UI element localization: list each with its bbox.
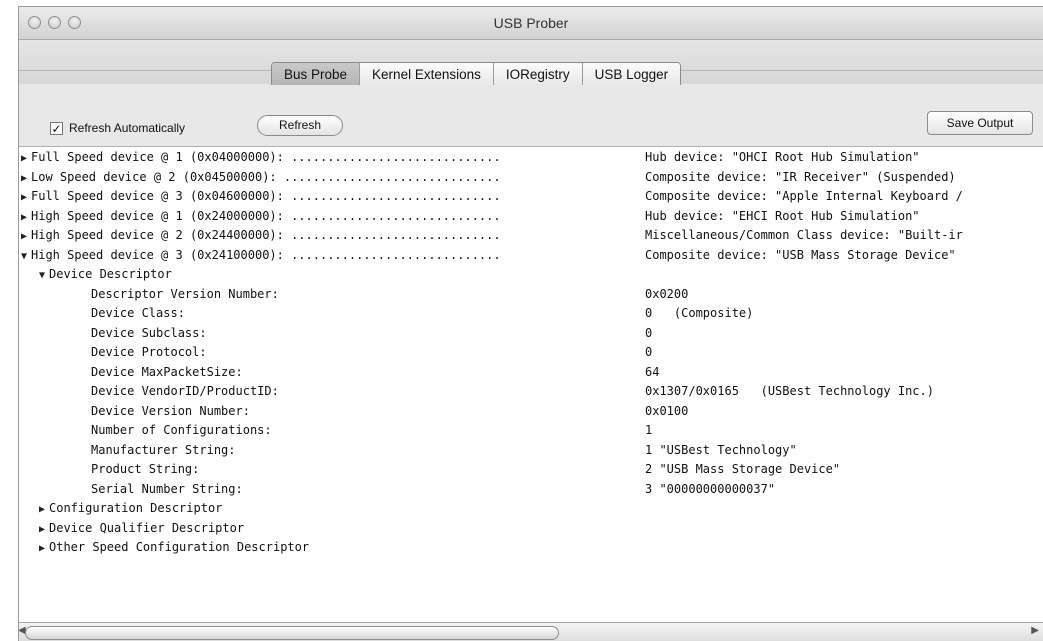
row-value: 1 bbox=[645, 423, 653, 437]
disclosure-triangle-icon[interactable]: ▶ bbox=[39, 520, 49, 539]
row-key: Serial Number String: bbox=[91, 481, 243, 496]
refresh-automatically-label: Refresh Automatically bbox=[69, 121, 186, 135]
disclosure-triangle-icon[interactable]: ▶ bbox=[21, 208, 31, 227]
row-key: Device Version Number: bbox=[91, 403, 250, 418]
row-key: Device Protocol: bbox=[91, 345, 207, 359]
row-value: 64 bbox=[645, 364, 660, 379]
title-bar: USB Prober bbox=[19, 7, 1043, 40]
row-key: Device MaxPacketSize: bbox=[91, 364, 243, 379]
row-key: Other Speed Configuration Descriptor bbox=[49, 540, 310, 554]
tab-kernel-extensions[interactable]: Kernel Extensions bbox=[360, 63, 494, 87]
row-key: Full Speed device @ 3 (0x04600000): ....… bbox=[31, 189, 501, 203]
disclosure-triangle-icon[interactable]: ▶ bbox=[21, 169, 31, 188]
row-key: Device Qualifier Descriptor bbox=[49, 520, 245, 535]
row-key: Manufacturer String: bbox=[91, 442, 236, 457]
row-key: Low Speed device @ 2 (0x04500000): .....… bbox=[31, 169, 501, 184]
row-key: High Speed device @ 1 (0x24000000): ....… bbox=[31, 208, 501, 223]
disclosure-triangle-icon[interactable]: ▶ bbox=[21, 149, 31, 168]
row-key: Number of Configurations: bbox=[91, 423, 272, 437]
disclosure-triangle-icon[interactable]: ▶ bbox=[39, 500, 49, 519]
row-value: 0x0100 bbox=[645, 403, 689, 418]
row-key: Device VendorID/ProductID: bbox=[91, 384, 279, 398]
save-output-button[interactable]: Save Output bbox=[927, 111, 1033, 135]
scroll-right-arrow-icon[interactable]: ▶ bbox=[1031, 625, 1039, 636]
disclosure-triangle-icon[interactable]: ▼ bbox=[21, 247, 31, 266]
row-key: High Speed device @ 3 (0x24100000): ....… bbox=[31, 247, 501, 262]
refresh-button[interactable]: Refresh bbox=[257, 115, 343, 136]
window-title: USB Prober bbox=[493, 15, 569, 31]
row-value: Hub device: "OHCI Root Hub Simulation" bbox=[645, 150, 920, 164]
scrollbar-thumb[interactable] bbox=[25, 626, 559, 640]
row-value: 0 bbox=[645, 345, 653, 359]
row-key: Descriptor Version Number: bbox=[91, 286, 279, 301]
row-key: High Speed device @ 2 (0x24400000): ....… bbox=[31, 228, 501, 242]
row-key: Device Class: bbox=[91, 306, 185, 320]
horizontal-scrollbar[interactable]: ◀ ▶ bbox=[19, 622, 1043, 641]
disclosure-triangle-icon[interactable]: ▼ bbox=[39, 266, 49, 285]
tab-usb-logger[interactable]: USB Logger bbox=[582, 63, 681, 87]
tab-ioregistry[interactable]: IORegistry bbox=[493, 63, 583, 87]
row-key: Device Subclass: bbox=[91, 325, 207, 340]
disclosure-triangle-icon[interactable]: ▶ bbox=[21, 188, 31, 207]
row-value: 1 "USBest Technology" bbox=[645, 442, 797, 457]
row-value: 0 bbox=[645, 325, 653, 340]
row-value: 0 (Composite) bbox=[645, 306, 754, 320]
row-value: 0x0200 bbox=[645, 286, 689, 301]
row-value: Composite device: "IR Receiver" (Suspend… bbox=[645, 169, 956, 184]
row-key: Configuration Descriptor bbox=[49, 501, 223, 515]
row-key: Device Descriptor bbox=[49, 267, 172, 281]
row-key: Full Speed device @ 1 (0x04000000): ....… bbox=[31, 150, 501, 164]
controls-bar bbox=[19, 85, 1043, 147]
row-value: 3 "00000000000037" bbox=[645, 481, 776, 496]
disclosure-triangle-icon[interactable]: ▶ bbox=[21, 227, 31, 246]
row-value: 0x1307/0x0165 (USBest Technology Inc.) bbox=[645, 384, 934, 398]
usb-prober-window: USB Prober Bus Probe Kernel Extensions I… bbox=[18, 6, 1043, 641]
tab-bus-probe[interactable]: Bus Probe bbox=[272, 63, 361, 87]
row-value: 2 "USB Mass Storage Device" bbox=[645, 462, 841, 476]
row-value: Composite device: "USB Mass Storage Devi… bbox=[645, 247, 956, 262]
row-value: Miscellaneous/Common Class device: "Buil… bbox=[645, 228, 963, 242]
row-key: Product String: bbox=[91, 462, 200, 476]
row-value: Hub device: "EHCI Root Hub Simulation" bbox=[645, 208, 920, 223]
refresh-automatically-checkbox[interactable]: ✓ bbox=[50, 122, 63, 135]
bus-probe-output[interactable]: ▶ Full Speed device @ 1 (0x04000000): ...… bbox=[19, 146, 1043, 623]
disclosure-triangle-icon[interactable]: ▶ bbox=[39, 539, 49, 558]
row-value: Composite device: "Apple Internal Keyboa… bbox=[645, 189, 963, 203]
